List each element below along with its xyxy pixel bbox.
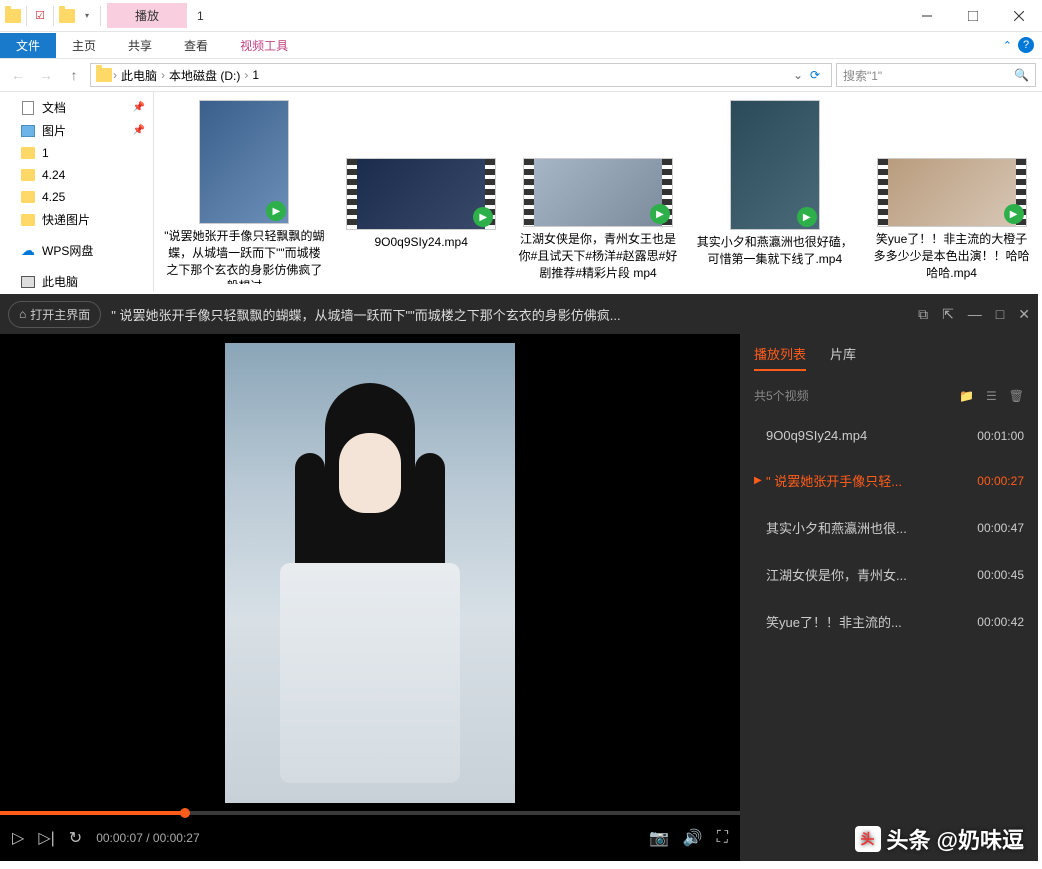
- playlist-item[interactable]: 9O0q9SIy24.mp400:01:00: [754, 414, 1024, 457]
- watermark: 头 头条 @奶味逗: [855, 823, 1024, 855]
- pin-icon: 📌: [133, 125, 145, 136]
- window-titlebar: ☑ ▾ 播放 1: [0, 0, 1042, 32]
- volume-icon[interactable]: 🔊: [683, 828, 703, 848]
- file-item[interactable]: ▶ 9O0q9SIy24.mp4: [339, 100, 504, 284]
- search-icon[interactable]: 🔍: [1014, 68, 1029, 82]
- playlist-item[interactable]: 江湖女侠是你，青州女...00:00:45: [754, 551, 1024, 598]
- breadcrumb[interactable]: › 此电脑 › 本地磁盘 (D:) › 1 ⌄ ⟳: [90, 63, 832, 87]
- player-maximize-button[interactable]: □: [996, 306, 1004, 322]
- fullscreen-icon[interactable]: ⛶: [717, 829, 728, 847]
- watermark-icon: 头: [855, 826, 881, 852]
- minimize-button[interactable]: [904, 0, 950, 32]
- cloud-icon: ☁: [20, 243, 36, 259]
- video-frame-image: [225, 343, 515, 803]
- sidebar-item-folder-425[interactable]: 4.25: [0, 186, 153, 208]
- qat-properties-icon[interactable]: ☑: [31, 7, 49, 25]
- breadcrumb-seg-pc[interactable]: 此电脑: [117, 67, 161, 84]
- playlist-item-duration: 00:01:00: [977, 429, 1024, 443]
- playlist-panel: 播放列表 片库 共5个视频 📁 ☰ 🗑 9O0q9SIy24.mp400:01:…: [740, 334, 1038, 861]
- screenshot-icon[interactable]: 📷: [649, 828, 669, 848]
- file-grid: ▶ "说罢她张开手像只轻飘飘的蝴蝶，从城墙一跃而下""而城楼之下那个玄衣的身影仿…: [154, 92, 1042, 292]
- player-title: " 说罢她张开手像只轻飘飘的蝴蝶，从城墙一跃而下""而城楼之下那个玄衣的身影仿佛…: [111, 305, 908, 324]
- tab-view[interactable]: 查看: [168, 33, 224, 58]
- playlist-item-duration: 00:00:45: [977, 568, 1024, 582]
- video-viewport[interactable]: ▷ ▷| ↻ 00:00:07 / 00:00:27 📷 🔊 ⛶: [0, 334, 740, 861]
- file-item[interactable]: ▶ "说罢她张开手像只轻飘飘的蝴蝶，从城墙一跃而下""而城楼之下那个玄衣的身影仿…: [162, 100, 327, 284]
- video-player: ⌂打开主界面 " 说罢她张开手像只轻飘飘的蝴蝶，从城墙一跃而下""而城楼之下那个…: [0, 294, 1038, 861]
- tab-video-tools[interactable]: 视频工具: [224, 33, 304, 58]
- ribbon-collapse-icon[interactable]: ⌃: [1003, 39, 1012, 52]
- sidebar-item-folder-express[interactable]: 快递图片: [0, 208, 153, 231]
- sidebar-item-folder-424[interactable]: 4.24: [0, 164, 153, 186]
- playlist-item-name: 9O0q9SIy24.mp4: [766, 428, 977, 443]
- playlist-item-duration: 00:00:47: [977, 521, 1024, 535]
- pin-icon: 📌: [133, 102, 145, 113]
- file-item[interactable]: ▶ 其实小夕和燕瀛洲也很好磕，可惜第一集就下线了.mp4: [692, 100, 857, 284]
- home-icon: ⌂: [19, 307, 26, 321]
- help-icon[interactable]: ?: [1018, 37, 1034, 53]
- delete-icon[interactable]: 🗑: [1009, 389, 1024, 403]
- tab-library[interactable]: 片库: [830, 344, 856, 371]
- time-display: 00:00:07 / 00:00:27: [96, 831, 199, 845]
- folder-open-icon[interactable]: 📁: [959, 389, 974, 403]
- sidebar-item-thispc[interactable]: 此电脑: [0, 270, 153, 293]
- address-bar: ← → ↑ › 此电脑 › 本地磁盘 (D:) › 1 ⌄ ⟳ 搜索"1" 🔍: [0, 58, 1042, 92]
- maximize-button[interactable]: [950, 0, 996, 32]
- folder-icon: [58, 7, 76, 25]
- loop-icon[interactable]: ↻: [69, 828, 82, 848]
- file-item[interactable]: ▶ 江湖女侠是你，青州女王也是你#且试天下#杨洋#赵露思#好剧推荐#精彩片段 m…: [516, 100, 681, 284]
- tab-playlist[interactable]: 播放列表: [754, 344, 806, 371]
- search-placeholder: 搜索"1": [843, 67, 882, 84]
- sidebar-item-pictures[interactable]: 图片📌: [0, 119, 153, 142]
- next-button[interactable]: ▷|: [38, 828, 54, 848]
- playlist-item-name: 其实小夕和燕瀛洲也很...: [766, 518, 977, 537]
- play-badge-icon: ▶: [1004, 204, 1024, 224]
- playlist-item-duration: 00:00:42: [977, 615, 1024, 629]
- nav-sidebar: 文档📌 图片📌 1 4.24 4.25 快递图片 ☁WPS网盘 此电脑: [0, 92, 154, 292]
- folder-icon: [4, 7, 22, 25]
- file-item[interactable]: ▶ 笑yue了！！非主流的大橙子多多少少是本色出演！！哈哈哈哈.mp4: [869, 100, 1034, 284]
- breadcrumb-seg-folder[interactable]: 1: [248, 68, 263, 82]
- close-button[interactable]: [996, 0, 1042, 32]
- breadcrumb-seg-drive[interactable]: 本地磁盘 (D:): [165, 67, 244, 84]
- tab-file[interactable]: 文件: [0, 33, 56, 58]
- pin-icon[interactable]: ⇱: [942, 306, 954, 323]
- breadcrumb-dropdown-icon[interactable]: ⌄: [793, 68, 803, 82]
- player-minimize-button[interactable]: —: [968, 306, 982, 322]
- playlist-item[interactable]: ▶" 说罢她张开手像只轻...00:00:27: [754, 457, 1024, 504]
- playlist-item-name: 江湖女侠是你，青州女...: [766, 565, 977, 584]
- window-title: 1: [187, 9, 214, 23]
- sort-icon[interactable]: ☰: [986, 389, 997, 403]
- sidebar-item-documents[interactable]: 文档📌: [0, 96, 153, 119]
- playlist-item-duration: 00:00:27: [977, 474, 1024, 488]
- player-close-button[interactable]: ✕: [1018, 306, 1030, 323]
- open-main-button[interactable]: ⌂打开主界面: [8, 301, 101, 328]
- refresh-icon[interactable]: ⟳: [803, 68, 827, 82]
- sidebar-item-folder-1[interactable]: 1: [0, 142, 153, 164]
- playlist-item[interactable]: 其实小夕和燕瀛洲也很...00:00:47: [754, 504, 1024, 551]
- playlist-item-name: " 说罢她张开手像只轻...: [766, 471, 977, 490]
- ribbon: 文件 主页 共享 查看 视频工具 ⌃ ?: [0, 32, 1042, 58]
- progress-bar[interactable]: [0, 811, 740, 815]
- nav-up-icon[interactable]: ↑: [62, 63, 86, 87]
- play-badge-icon: ▶: [797, 207, 817, 227]
- nav-forward-icon[interactable]: →: [34, 63, 58, 87]
- tab-share[interactable]: 共享: [112, 33, 168, 58]
- playlist-count: 共5个视频: [754, 387, 809, 404]
- search-input[interactable]: 搜索"1" 🔍: [836, 63, 1036, 87]
- nav-back-icon[interactable]: ←: [6, 63, 30, 87]
- qat-dropdown-icon[interactable]: ▾: [78, 7, 96, 25]
- playlist-item-name: 笑yue了！！非主流的...: [766, 612, 977, 631]
- playlist-item[interactable]: 笑yue了！！非主流的...00:00:42: [754, 598, 1024, 645]
- contextual-tab-play[interactable]: 播放: [107, 3, 187, 28]
- tab-home[interactable]: 主页: [56, 33, 112, 58]
- play-button[interactable]: ▷: [12, 828, 24, 848]
- sidebar-item-wps[interactable]: ☁WPS网盘: [0, 239, 153, 262]
- pip-icon[interactable]: ⧉: [918, 306, 928, 323]
- play-marker-icon: ▶: [754, 475, 766, 486]
